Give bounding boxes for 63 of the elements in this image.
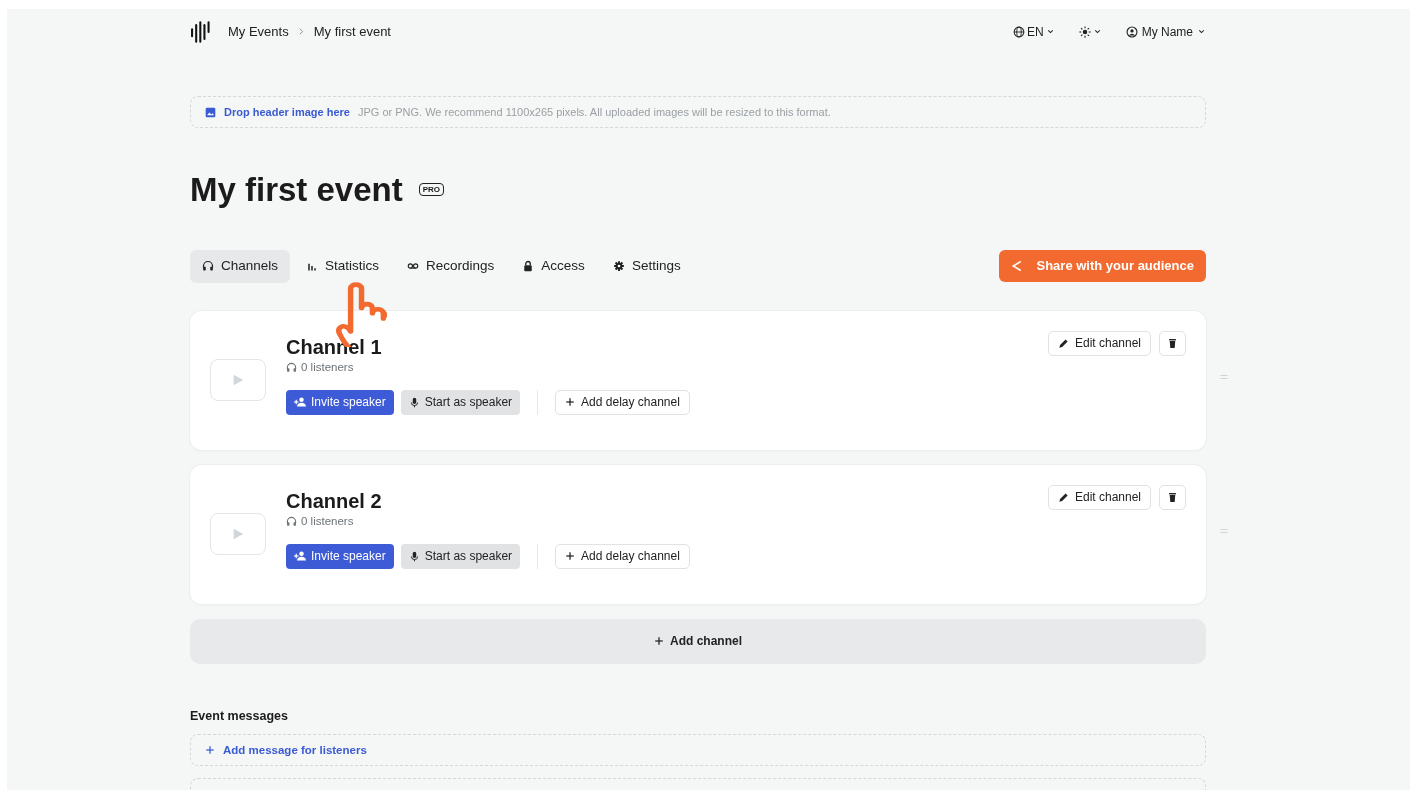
headphones-icon [286,515,297,527]
tab[interactable]: Settings [600,249,693,283]
upload-link[interactable]: Drop header image here [224,103,350,121]
play-icon [231,372,245,387]
page-title: My first event [190,170,403,210]
add-person-icon [294,550,306,563]
caret-icon [1045,27,1055,36]
channel-name: Channel 2 [286,488,383,513]
plus-icon [565,551,576,562]
add-message-button[interactable]: Add message for listeners [190,734,1206,767]
add-delay-channel-button[interactable]: Add delay channel [555,389,690,415]
delete-button[interactable] [1159,330,1186,356]
start-as-speaker-button[interactable]: Start as speaker [400,543,521,569]
logo-icon [190,20,212,43]
add-person-icon [294,396,306,409]
plus-icon [205,745,215,756]
edit-channel-button[interactable]: Edit channel [1047,330,1151,356]
edit-channel-button[interactable]: Edit channel [1047,484,1151,510]
plus-icon [565,397,576,408]
play-button[interactable] [210,512,266,555]
invite-speaker-button[interactable]: Invite speaker [286,543,394,569]
user-circle-icon [1125,25,1138,38]
globe-icon [1013,25,1025,38]
play-icon [231,526,245,541]
trash-icon [1167,337,1178,349]
lock-icon [522,260,535,273]
start-as-speaker-button[interactable]: Start as speaker [400,389,521,415]
headphones-icon [286,361,297,373]
share-icon [1010,260,1023,273]
tab[interactable]: Recordings [395,249,507,283]
add-channel-button[interactable]: Add channel [190,618,1206,664]
drag-handle-icon[interactable] [1218,372,1230,381]
caret-icon [1197,27,1206,36]
tab[interactable]: Access [510,249,597,283]
listener-count: 0 listeners [301,359,354,375]
tab[interactable]: Channels [190,249,291,283]
microphone-icon [408,396,420,408]
drag-handle-icon[interactable] [1218,526,1230,535]
hint-text: JPG or PNG. We recommend 1100x265 pixels. All uploaded images will be resized to this format. [357,104,831,120]
section-heading: Event messages [190,707,289,725]
image-icon [205,106,216,118]
microphone-icon [408,550,420,562]
invite-speaker-button[interactable]: Invite speaker [286,389,394,415]
theme-dropdown[interactable] [1078,25,1102,38]
add-delay-channel-button[interactable]: Add delay channel [555,543,690,569]
pencil-icon [1057,491,1069,503]
plus-icon [654,636,664,647]
pro-badge: PRO [418,183,445,197]
trash-icon [1167,491,1178,503]
headphones-icon [202,260,214,273]
sun-icon [1078,25,1091,38]
breadcrumb-link[interactable]: My first event [313,21,391,42]
play-button[interactable] [210,358,266,401]
delete-button[interactable] [1159,484,1186,510]
breadcrumb-link[interactable]: My Events [228,21,289,42]
pencil-icon [1057,337,1069,349]
tab[interactable]: Statistics [294,249,392,283]
channel-name: Channel 1 [286,334,383,359]
language-dropdown[interactable]: EN [1013,22,1055,41]
user-dropdown[interactable]: My Name [1125,22,1206,41]
settings-icon [612,260,625,273]
listener-count: 0 listeners [301,513,354,529]
caret-icon [1092,27,1102,36]
